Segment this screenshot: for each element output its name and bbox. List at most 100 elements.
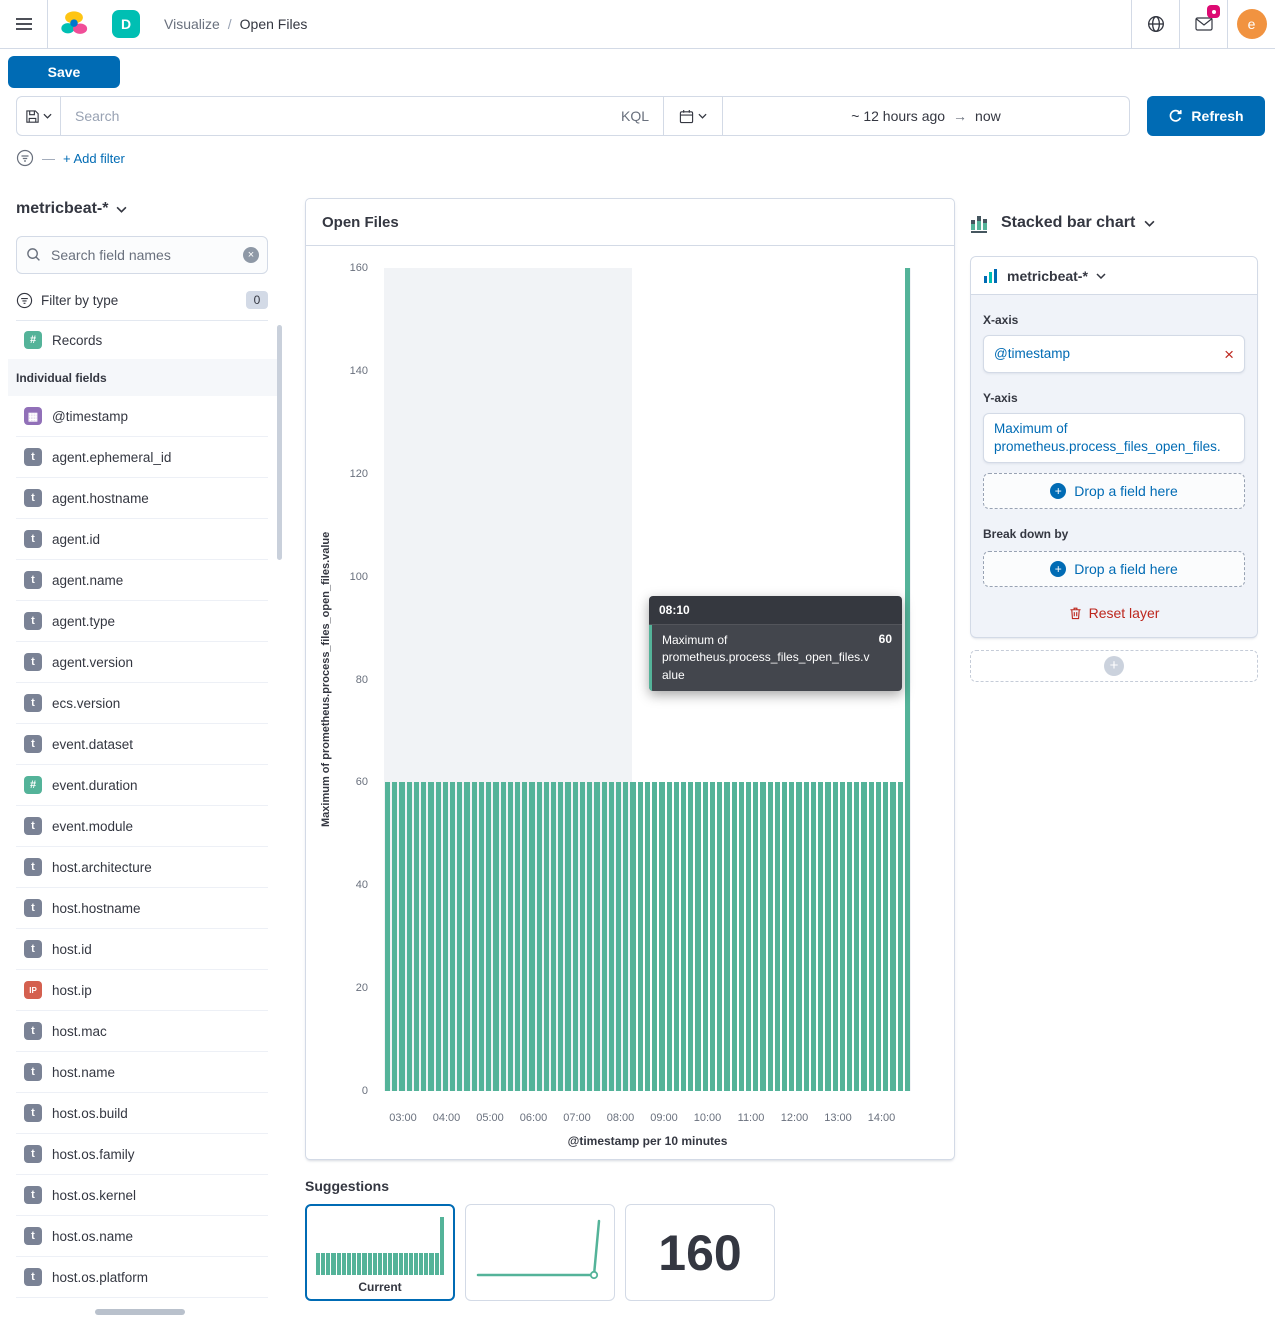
date-picker-menu-button[interactable] (663, 97, 723, 135)
save-button[interactable]: Save (8, 56, 120, 88)
time-range-picker[interactable]: ~ 12 hours ago → now (723, 97, 1129, 135)
bar[interactable] (789, 782, 794, 1091)
bar[interactable] (486, 782, 491, 1091)
field-item[interactable]: tevent.module (16, 806, 268, 847)
menu-button[interactable] (0, 0, 48, 48)
field-item[interactable]: thost.os.platform (16, 1257, 268, 1298)
field-item[interactable]: tagent.hostname (16, 478, 268, 519)
field-item[interactable]: tecs.version (16, 683, 268, 724)
field-item[interactable]: thost.os.family (16, 1134, 268, 1175)
breadcrumb-visualize[interactable]: Visualize (164, 16, 220, 32)
field-item[interactable]: thost.architecture (16, 847, 268, 888)
index-pattern-switcher[interactable]: metricbeat-* (16, 200, 268, 218)
bar[interactable] (746, 782, 751, 1091)
bar[interactable] (493, 782, 498, 1091)
elastic-logo[interactable] (48, 0, 100, 48)
bar[interactable] (825, 782, 830, 1091)
bar[interactable] (854, 782, 859, 1091)
field-item[interactable]: ▦@timestamp (16, 396, 268, 437)
filter-by-type-button[interactable]: Filter by type 0 (16, 282, 268, 318)
bar[interactable] (667, 782, 672, 1091)
time-to[interactable]: now (975, 108, 1001, 124)
bar[interactable] (385, 782, 390, 1091)
bar[interactable] (739, 782, 744, 1091)
bar[interactable] (804, 782, 809, 1091)
bar[interactable] (782, 782, 787, 1091)
bar[interactable] (905, 268, 910, 1091)
field-item[interactable]: tagent.ephemeral_id (16, 437, 268, 478)
help-button[interactable] (1131, 0, 1179, 48)
field-item[interactable]: IPhost.ip (16, 970, 268, 1011)
bar[interactable] (450, 782, 455, 1091)
bar[interactable] (703, 782, 708, 1091)
suggestion-metric[interactable]: 160 (625, 1204, 775, 1301)
add-filter-button[interactable]: + Add filter (63, 151, 125, 166)
bar[interactable] (681, 782, 686, 1091)
breakdown-drop-zone[interactable]: + Drop a field here (983, 551, 1245, 587)
saved-query-menu-button[interactable] (17, 97, 61, 135)
bar[interactable] (580, 782, 585, 1091)
bar[interactable] (544, 782, 549, 1091)
x-axis-dimension[interactable]: @timestamp × (983, 335, 1245, 373)
bar[interactable] (399, 782, 404, 1091)
field-item[interactable]: tagent.type (16, 601, 268, 642)
bar[interactable] (464, 782, 469, 1091)
suggestion-current-bar-chart[interactable]: Current (305, 1204, 455, 1301)
layer-index-pattern-button[interactable]: metricbeat-* (971, 257, 1257, 295)
bar[interactable] (688, 782, 693, 1091)
search-input[interactable] (61, 108, 607, 124)
y-axis-dimension[interactable]: Maximum of prometheus.process_files_open… (983, 413, 1245, 463)
kql-toggle[interactable]: KQL (607, 108, 663, 124)
bar[interactable] (630, 782, 635, 1091)
bar[interactable] (753, 782, 758, 1091)
bar[interactable] (537, 782, 542, 1091)
bar[interactable] (472, 782, 477, 1091)
bar[interactable] (811, 782, 816, 1091)
reset-layer-button[interactable]: Reset layer (983, 605, 1245, 621)
filter-icon[interactable] (16, 149, 34, 167)
clear-search-icon[interactable]: × (243, 247, 259, 263)
bar[interactable] (573, 782, 578, 1091)
bar[interactable] (529, 782, 534, 1091)
bar[interactable] (515, 782, 520, 1091)
newsfeed-button[interactable] (1179, 0, 1227, 48)
bar[interactable] (551, 782, 556, 1091)
bar[interactable] (833, 782, 838, 1091)
field-item[interactable]: tagent.version (16, 642, 268, 683)
bar[interactable] (638, 782, 643, 1091)
field-item[interactable]: thost.os.build (16, 1093, 268, 1134)
bar[interactable] (796, 782, 801, 1091)
bar[interactable] (659, 782, 664, 1091)
records-field-item[interactable]: # Records (16, 321, 268, 359)
bar[interactable] (818, 782, 823, 1091)
field-item[interactable]: tagent.id (16, 519, 268, 560)
bar[interactable] (724, 782, 729, 1091)
bar[interactable] (414, 782, 419, 1091)
bar[interactable] (775, 782, 780, 1091)
horizontal-scrollbar[interactable] (95, 1309, 185, 1315)
bar[interactable] (898, 782, 903, 1091)
bar[interactable] (710, 782, 715, 1091)
bar[interactable] (501, 782, 506, 1091)
bar[interactable] (457, 782, 462, 1091)
bar[interactable] (861, 782, 866, 1091)
bar[interactable] (616, 782, 621, 1091)
field-item[interactable]: thost.os.name (16, 1216, 268, 1257)
bar[interactable] (565, 782, 570, 1091)
bar[interactable] (876, 782, 881, 1091)
field-item[interactable]: thost.hostname (16, 888, 268, 929)
bar[interactable] (890, 782, 895, 1091)
field-item[interactable]: thost.os.kernel (16, 1175, 268, 1216)
bar[interactable] (652, 782, 657, 1091)
bar[interactable] (428, 782, 433, 1091)
space-switcher[interactable]: D (100, 0, 152, 48)
bar[interactable] (587, 782, 592, 1091)
field-item[interactable]: #event.duration (16, 765, 268, 806)
chart-type-switcher[interactable]: Stacked bar chart (970, 212, 1258, 234)
bar[interactable] (732, 782, 737, 1091)
bar[interactable] (392, 782, 397, 1091)
bar[interactable] (479, 782, 484, 1091)
field-item[interactable]: tagent.name (16, 560, 268, 601)
bar[interactable] (522, 782, 527, 1091)
bar[interactable] (436, 782, 441, 1091)
